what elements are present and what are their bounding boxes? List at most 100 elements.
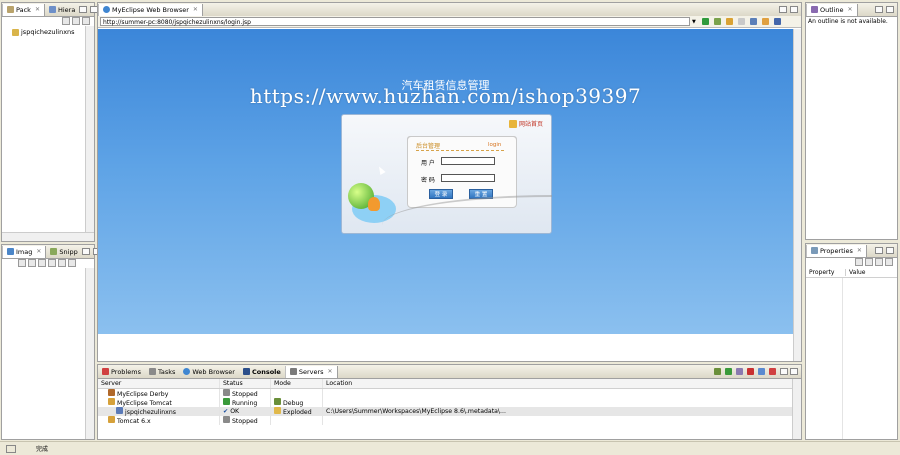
username-input[interactable]: [441, 157, 495, 165]
minimize-button[interactable]: [779, 6, 787, 13]
server-name: MyEclipse Tomcat: [117, 400, 172, 407]
stop-server-icon[interactable]: [747, 368, 754, 375]
devtools-icon[interactable]: [773, 18, 781, 25]
vertical-scrollbar[interactable]: [85, 26, 94, 241]
minimize-button[interactable]: [875, 247, 883, 254]
maximize-button[interactable]: [886, 247, 894, 254]
minimize-button[interactable]: [875, 6, 883, 13]
server-name: jspqichezulinxns: [125, 409, 176, 416]
tab-properties[interactable]: Properties ✕: [806, 244, 867, 257]
server-status: Stopped: [232, 391, 258, 398]
properties-tabbar: Properties ✕: [806, 244, 897, 258]
tab-label: Problems: [111, 367, 141, 376]
outline-panel: Outline ✕ An outline is not available.: [805, 2, 898, 240]
password-input[interactable]: [441, 174, 495, 182]
open-icon[interactable]: [18, 259, 26, 267]
save-icon[interactable]: [28, 259, 36, 267]
categories-icon[interactable]: [855, 258, 863, 266]
url-input[interactable]: http://summer-pc:8080/jspqichezulinxns/l…: [100, 17, 690, 26]
remove-icon[interactable]: [769, 368, 776, 375]
home-link-label: 网站首页: [518, 121, 543, 128]
restore-default-icon[interactable]: [875, 258, 883, 266]
table-row[interactable]: MyEclipse Derby Stopped: [98, 388, 793, 398]
tab-web-browser[interactable]: MyEclipse Web Browser ✕: [98, 3, 203, 16]
server-location: [322, 398, 793, 407]
tree-item-project[interactable]: jspqichezulinxns: [12, 28, 75, 36]
properties-header: Property Value: [806, 268, 897, 278]
tab-servers[interactable]: Servers ✕: [284, 365, 338, 378]
stop-icon[interactable]: [737, 18, 745, 25]
stopped-icon: [223, 389, 230, 396]
tab-label: Pack: [16, 5, 31, 14]
close-icon[interactable]: ✕: [848, 6, 853, 13]
server-mode: [270, 416, 323, 425]
close-icon[interactable]: ✕: [36, 248, 41, 255]
server-icon: [289, 368, 297, 375]
maximize-button[interactable]: [790, 368, 798, 375]
minimize-button[interactable]: [79, 6, 88, 13]
tab-label: Servers: [298, 367, 324, 376]
vertical-scrollbar[interactable]: [85, 268, 94, 439]
tab-outline[interactable]: Outline ✕: [806, 3, 858, 16]
debug-icon[interactable]: [713, 18, 721, 25]
filter-icon[interactable]: [865, 258, 873, 266]
col-status[interactable]: Status: [219, 379, 271, 389]
tab-console[interactable]: Console: [239, 366, 285, 378]
table-row[interactable]: MyEclipse Tomcat Running Debug: [98, 398, 793, 407]
browser-vertical-scrollbar[interactable]: [793, 29, 801, 361]
tab-web-browser-view[interactable]: Web Browser: [179, 366, 239, 378]
profile-server-icon[interactable]: [736, 368, 743, 375]
login-button[interactable]: 登 录: [429, 189, 453, 199]
col-property[interactable]: Property: [806, 269, 846, 276]
panel-title: 后台管理: [416, 143, 441, 150]
table-row[interactable]: jspqichezulinxns ✔ OK Exploded C:\Users\S…: [98, 407, 793, 416]
tab-snippets[interactable]: Snipp: [46, 246, 81, 258]
tab-package-explorer[interactable]: Pack ✕: [2, 3, 45, 16]
tasks-icon: [148, 368, 156, 375]
tab-hierarchy[interactable]: Hiera: [45, 4, 79, 16]
close-icon[interactable]: ✕: [35, 6, 40, 13]
col-server[interactable]: Server: [98, 379, 220, 389]
status-text: 完成: [36, 446, 49, 453]
col-value[interactable]: Value: [846, 269, 865, 276]
maximize-button[interactable]: [790, 6, 798, 13]
tab-problems[interactable]: Problems: [98, 366, 145, 378]
horizontal-scrollbar[interactable]: [2, 232, 94, 241]
refresh-icon[interactable]: [725, 18, 733, 25]
collapse-all-icon[interactable]: [62, 17, 70, 25]
link-editor-icon[interactable]: [72, 17, 80, 25]
user-label: 用 户: [421, 160, 435, 167]
start-server-icon[interactable]: [725, 368, 732, 375]
col-mode[interactable]: Mode: [270, 379, 323, 389]
orange-figure: [368, 197, 380, 211]
close-icon[interactable]: ✕: [328, 368, 333, 375]
dropdown-icon[interactable]: ▼: [692, 19, 696, 25]
fit-icon[interactable]: [58, 259, 66, 267]
minimize-button[interactable]: [780, 368, 788, 375]
maximize-button[interactable]: [886, 6, 894, 13]
properties-divider: [842, 278, 843, 439]
pin-icon[interactable]: [885, 258, 893, 266]
go-icon[interactable]: [701, 18, 709, 25]
properties-icon: [811, 247, 818, 254]
publish-icon[interactable]: [758, 368, 765, 375]
close-icon[interactable]: ✕: [193, 6, 198, 13]
view-menu-icon[interactable]: [82, 17, 90, 25]
home-link[interactable]: 网站首页: [508, 119, 543, 128]
tab-tasks[interactable]: Tasks: [145, 366, 179, 378]
close-icon[interactable]: ✕: [857, 247, 862, 254]
settings-icon[interactable]: [761, 18, 769, 25]
minimize-button[interactable]: [81, 248, 90, 255]
col-location[interactable]: Location: [322, 379, 793, 389]
vertical-scrollbar[interactable]: [792, 379, 801, 439]
debug-server-icon[interactable]: [714, 368, 721, 375]
derby-icon: [108, 389, 115, 396]
tab-image[interactable]: Imag ✕: [2, 245, 47, 258]
fast-view-icon[interactable]: [6, 444, 16, 453]
actual-size-icon[interactable]: [68, 259, 76, 267]
table-row[interactable]: Tomcat 6.x Stopped: [98, 416, 793, 425]
home-icon[interactable]: [749, 18, 757, 25]
zoom-in-icon[interactable]: [38, 259, 46, 267]
tab-label: Snipp: [59, 247, 78, 256]
zoom-out-icon[interactable]: [48, 259, 56, 267]
